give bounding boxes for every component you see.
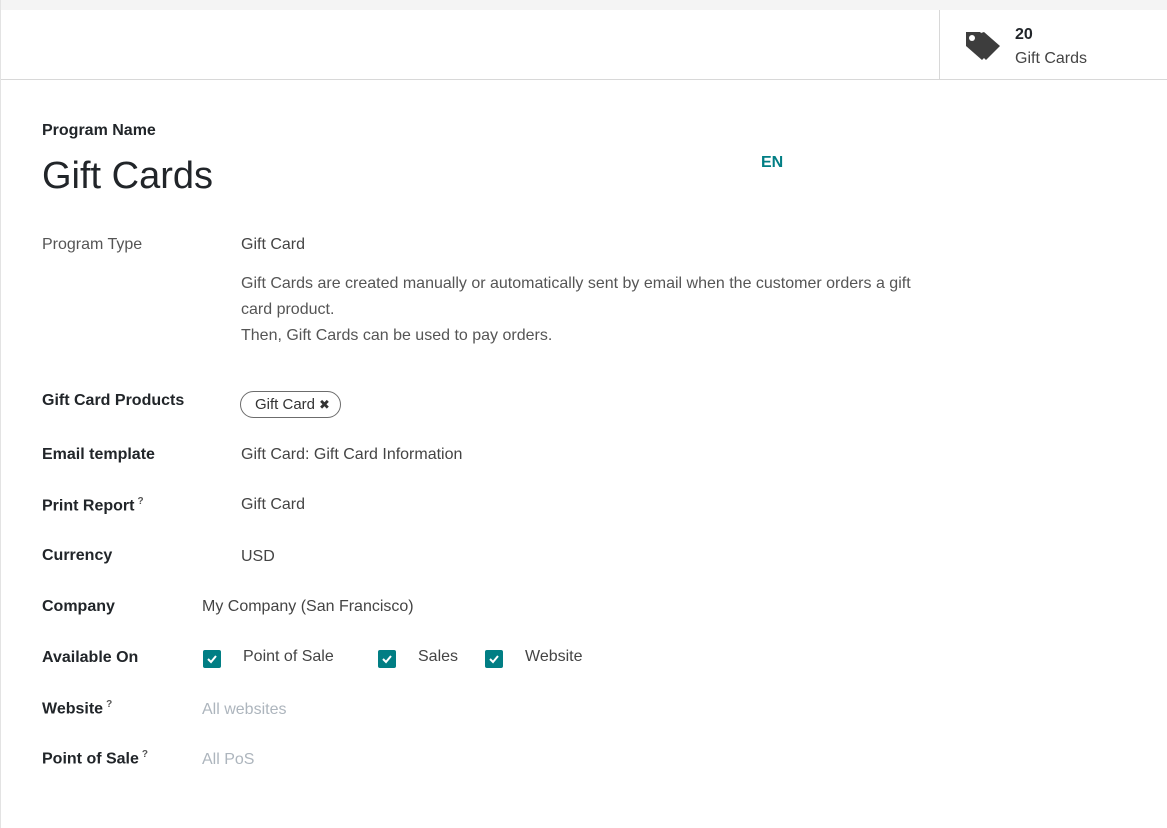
website-option-label[interactable]: Website xyxy=(525,648,583,666)
sales-checkbox[interactable] xyxy=(378,650,396,668)
point-of-sale-option-label[interactable]: Point of Sale xyxy=(243,648,334,666)
description-line: Gift Cards are created manually or autom… xyxy=(241,275,911,292)
help-icon[interactable]: ? xyxy=(142,749,148,760)
program-name-value[interactable]: Gift Cards xyxy=(42,155,213,198)
description-line: card product. xyxy=(241,301,335,318)
company-value[interactable]: My Company (San Francisco) xyxy=(202,598,414,616)
form-sheet: 20 Gift Cards Program Name Gift Cards EN… xyxy=(0,0,1167,828)
website-checkbox[interactable] xyxy=(485,650,503,668)
point-of-sale-label-text: Point of Sale xyxy=(42,750,139,768)
help-icon[interactable]: ? xyxy=(106,699,112,710)
point-of-sale-label: Point of Sale? xyxy=(42,749,148,768)
point-of-sale-checkbox[interactable] xyxy=(203,650,221,668)
email-template-label: Email template xyxy=(42,446,155,463)
program-type-description: Gift Cards are created manually or autom… xyxy=(241,271,1141,349)
currency-value[interactable]: USD xyxy=(241,548,275,566)
program-name-label: Program Name xyxy=(42,122,156,139)
help-icon[interactable]: ? xyxy=(137,496,143,507)
remove-tag-icon[interactable]: ✖ xyxy=(319,397,330,412)
program-type-value[interactable]: Gift Card xyxy=(241,236,305,254)
gift-card-products-label: Gift Card Products xyxy=(42,392,185,409)
website-label-text: Website xyxy=(42,700,104,718)
gift-cards-smart-button[interactable]: 20 Gift Cards xyxy=(939,10,1167,79)
button-box: 20 Gift Cards xyxy=(1,10,1167,80)
gift-cards-count: 20 xyxy=(1015,26,1033,43)
tags-icon xyxy=(964,28,1002,62)
tag-label: Gift Card xyxy=(255,396,316,413)
available-on-label: Available On xyxy=(42,649,139,666)
top-gap xyxy=(1,0,1167,10)
description-line: Then, Gift Cards can be used to pay orde… xyxy=(241,327,553,344)
website-label: Website? xyxy=(42,699,112,718)
gift-card-product-tag: Gift Card ✖ xyxy=(240,391,341,418)
print-report-value[interactable]: Gift Card xyxy=(241,496,305,514)
language-button[interactable]: EN xyxy=(761,154,783,172)
gift-cards-label: Gift Cards xyxy=(1015,50,1088,67)
sales-option-label[interactable]: Sales xyxy=(418,648,458,666)
company-label: Company xyxy=(42,598,115,615)
currency-label: Currency xyxy=(42,547,113,564)
email-template-value[interactable]: Gift Card: Gift Card Information xyxy=(241,446,462,464)
website-input[interactable]: All websites xyxy=(202,701,286,719)
print-report-label: Print Report? xyxy=(42,496,144,515)
point-of-sale-input[interactable]: All PoS xyxy=(202,751,254,769)
print-report-label-text: Print Report xyxy=(42,497,135,515)
program-type-label: Program Type xyxy=(42,236,143,253)
